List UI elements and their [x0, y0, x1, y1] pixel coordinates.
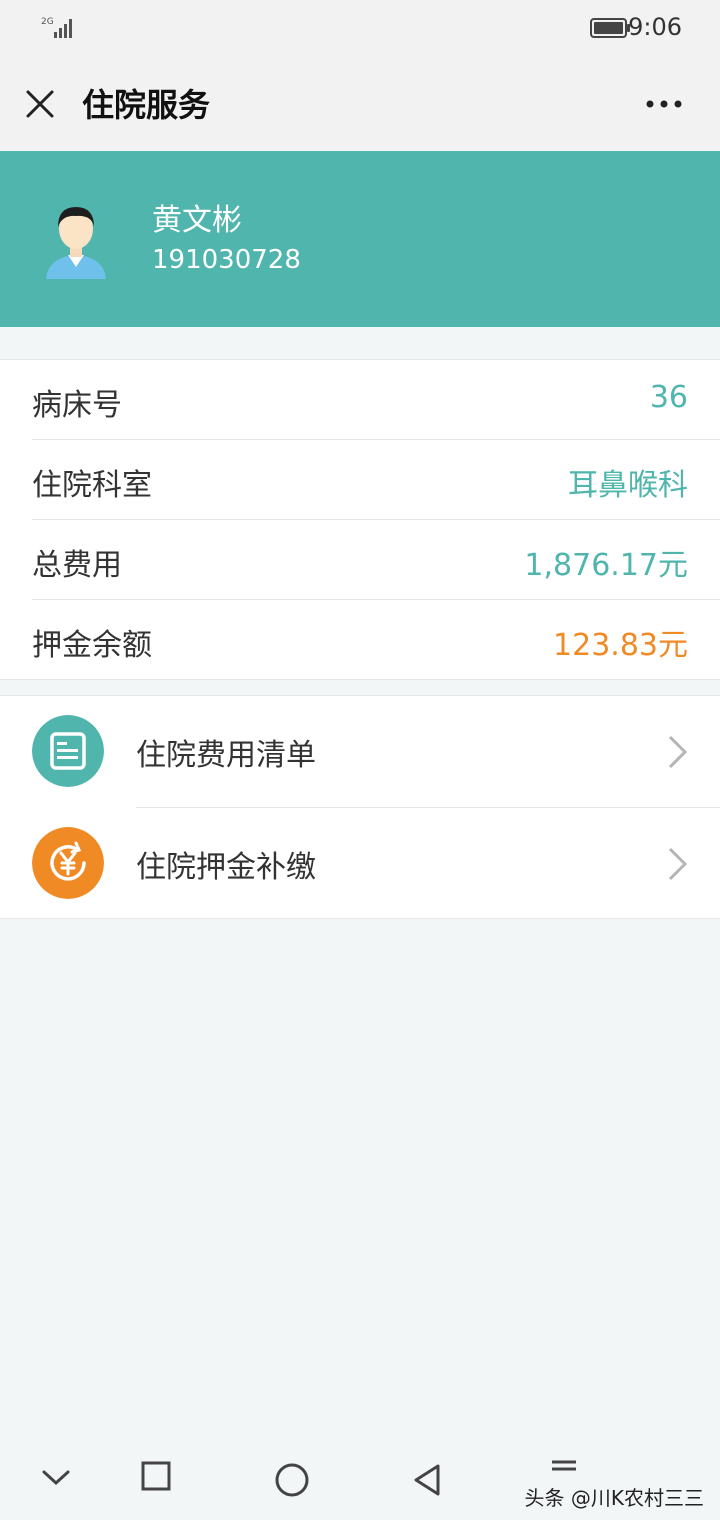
info-label: 总费用: [32, 548, 122, 583]
chevron-right-icon: [668, 735, 688, 769]
back-icon[interactable]: [410, 1462, 444, 1498]
bill-list-icon: [32, 715, 104, 787]
inpatient-info-list: 病床号 36 住院科室 耳鼻喉科 总费用 1,876.17元 押金余额 123.…: [0, 359, 720, 680]
list-item-deposit-balance: 押金余额 123.83元: [32, 600, 720, 679]
menu-label: 住院费用清单: [136, 738, 316, 773]
notification-menu-icon[interactable]: [550, 1458, 578, 1482]
chevron-right-icon: [668, 847, 688, 881]
signal-icon: 2G: [41, 17, 72, 38]
battery-icon: [590, 18, 630, 38]
patient-header: 黄文彬 191030728: [0, 151, 720, 327]
info-value: 36: [649, 380, 688, 415]
watermark: 头条 @川K农村三三: [524, 1486, 704, 1510]
patient-id: 191030728: [152, 245, 301, 275]
home-icon[interactable]: [274, 1462, 310, 1498]
clock: 9:06: [628, 13, 682, 41]
more-icon[interactable]: [644, 96, 684, 112]
patient-name: 黄文彬: [152, 203, 242, 238]
list-item-bed-number: 病床号 36: [32, 360, 720, 440]
yuan-payment-icon: [32, 827, 104, 899]
info-label: 住院科室: [32, 468, 152, 503]
list-item-total-cost: 总费用 1,876.17元: [32, 520, 720, 600]
system-nav-bar: 头条 @川K农村三三: [0, 1440, 720, 1520]
menu-label: 住院押金补缴: [136, 850, 316, 885]
menu-item-cost-list[interactable]: 住院费用清单: [0, 696, 720, 808]
recent-apps-icon[interactable]: [140, 1460, 172, 1492]
nav-bar: 住院服务: [0, 56, 720, 151]
close-icon[interactable]: [22, 86, 58, 122]
status-bar: 2G 9:06: [0, 0, 720, 56]
menu-item-deposit-payment[interactable]: 住院押金补缴: [0, 808, 720, 919]
chevron-down-icon[interactable]: [40, 1468, 72, 1488]
page-title: 住院服务: [82, 86, 211, 124]
service-menu: 住院费用清单 住院押金补缴: [0, 695, 720, 919]
list-item-department: 住院科室 耳鼻喉科: [32, 440, 720, 520]
avatar-icon: [46, 207, 106, 279]
info-value: 1,876.17元: [524, 548, 688, 583]
info-label: 病床号: [32, 388, 122, 423]
info-label: 押金余额: [32, 628, 152, 663]
svg-text:2G: 2G: [41, 17, 54, 27]
info-value: 耳鼻喉科: [568, 468, 688, 503]
info-value: 123.83元: [553, 628, 688, 663]
